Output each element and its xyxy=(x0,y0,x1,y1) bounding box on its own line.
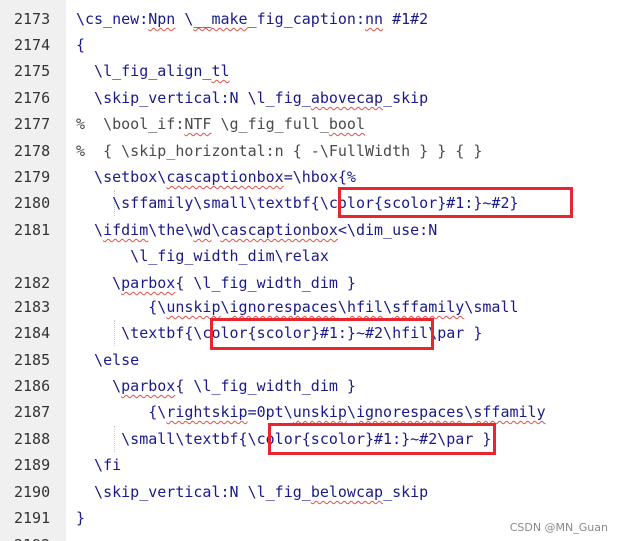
line-number: 2181 xyxy=(14,221,51,239)
code-text[interactable]: } xyxy=(76,505,85,531)
code-text[interactable]: { xyxy=(76,32,85,58)
line-number: 2189 xyxy=(14,456,51,474)
line-number: 2182 xyxy=(14,274,51,292)
code-text[interactable]: \parbox{ \l_fig_width_dim } xyxy=(76,373,356,399)
line-number: 2177 xyxy=(14,115,51,133)
watermark: CSDN @MN_Guan xyxy=(509,521,608,534)
line-number: 2191 xyxy=(14,509,51,527)
code-editor[interactable]: 2173 \cs_new:Npn \__make_fig_caption:nn … xyxy=(0,0,622,541)
line-number: 2192 xyxy=(14,532,58,541)
line-number: 2176 xyxy=(14,89,51,107)
highlight-box xyxy=(210,318,434,350)
code-line[interactable]: 2175 \l_fig_align_tl xyxy=(0,58,622,84)
line-number: 2185 xyxy=(14,351,51,369)
code-text[interactable]: {\unskip\ignorespaces\hfil\sffamily\smal… xyxy=(76,294,518,320)
code-text[interactable]: \l_fig_width_dim\relax xyxy=(76,243,329,269)
code-line[interactable]: 2186 \parbox{ \l_fig_width_dim } xyxy=(0,373,622,399)
code-text[interactable]: \skip_vertical:N \l_fig_abovecap_skip xyxy=(76,85,428,111)
code-text[interactable]: \setbox\cascaptionbox=\hbox{% xyxy=(76,164,356,190)
line-number: 2180 xyxy=(14,194,51,212)
highlight-box xyxy=(268,423,496,455)
comment-text[interactable]: % { \skip_horizontal:n { -\FullWidth } }… xyxy=(76,138,482,164)
line-number: 2175 xyxy=(14,62,51,80)
code-text[interactable]: \cs_new:Npn \__make_fig_caption:nn #1#2 xyxy=(76,6,428,32)
code-line[interactable]: 2183 {\unskip\ignorespaces\hfil\sffamily… xyxy=(0,294,622,320)
line-number: 2178 xyxy=(14,142,51,160)
code-line[interactable]: 2190 \skip_vertical:N \l_fig_belowcap_sk… xyxy=(0,479,622,505)
comment-text[interactable]: % \bool_if:NTF \g_fig_full_bool xyxy=(76,111,365,137)
code-line[interactable]: 2177 % \bool_if:NTF \g_fig_full_bool xyxy=(0,111,622,137)
line-number: 2179 xyxy=(14,168,51,186)
code-line[interactable]: 2182 \parbox{ \l_fig_width_dim } xyxy=(0,270,622,296)
code-text[interactable]: \ifdim\the\wd\cascaptionbox<\dim_use:N xyxy=(76,217,437,243)
code-text[interactable]: {\rightskip=0pt\unskip\ignorespaces\sffa… xyxy=(76,399,545,425)
code-line[interactable]: 2173 \cs_new:Npn \__make_fig_caption:nn … xyxy=(0,6,622,32)
code-line-wrapped[interactable]: \l_fig_width_dim\relax xyxy=(0,243,622,269)
code-line[interactable]: 2187 {\rightskip=0pt\unskip\ignorespaces… xyxy=(0,399,622,425)
line-number: 2184 xyxy=(14,324,51,342)
line-number: 2174 xyxy=(14,36,51,54)
line-number: 2173 xyxy=(14,10,51,28)
code-text[interactable]: \l_fig_align_tl xyxy=(76,58,229,84)
code-text[interactable]: \else xyxy=(76,347,139,373)
line-number: 2183 xyxy=(14,298,51,316)
code-line[interactable]: 2189 \fi xyxy=(0,452,622,478)
line-number: 2188 xyxy=(14,430,51,448)
code-line[interactable]: 2185 \else xyxy=(0,347,622,373)
highlight-box xyxy=(338,187,573,218)
code-text[interactable]: \skip_vertical:N \l_fig_belowcap_skip xyxy=(76,479,428,505)
code-text[interactable]: \fi xyxy=(76,452,121,478)
code-line[interactable]: 2176 \skip_vertical:N \l_fig_abovecap_sk… xyxy=(0,85,622,111)
line-number: 2186 xyxy=(14,377,51,395)
code-text[interactable]: \parbox{ \l_fig_width_dim } xyxy=(76,270,356,296)
code-line[interactable]: 2178 % { \skip_horizontal:n { -\FullWidt… xyxy=(0,138,622,164)
line-number: 2190 xyxy=(14,483,51,501)
code-line[interactable]: 2174 { xyxy=(0,32,622,58)
code-line[interactable]: 2181 \ifdim\the\wd\cascaptionbox<\dim_us… xyxy=(0,217,622,243)
line-number: 2187 xyxy=(14,403,51,421)
